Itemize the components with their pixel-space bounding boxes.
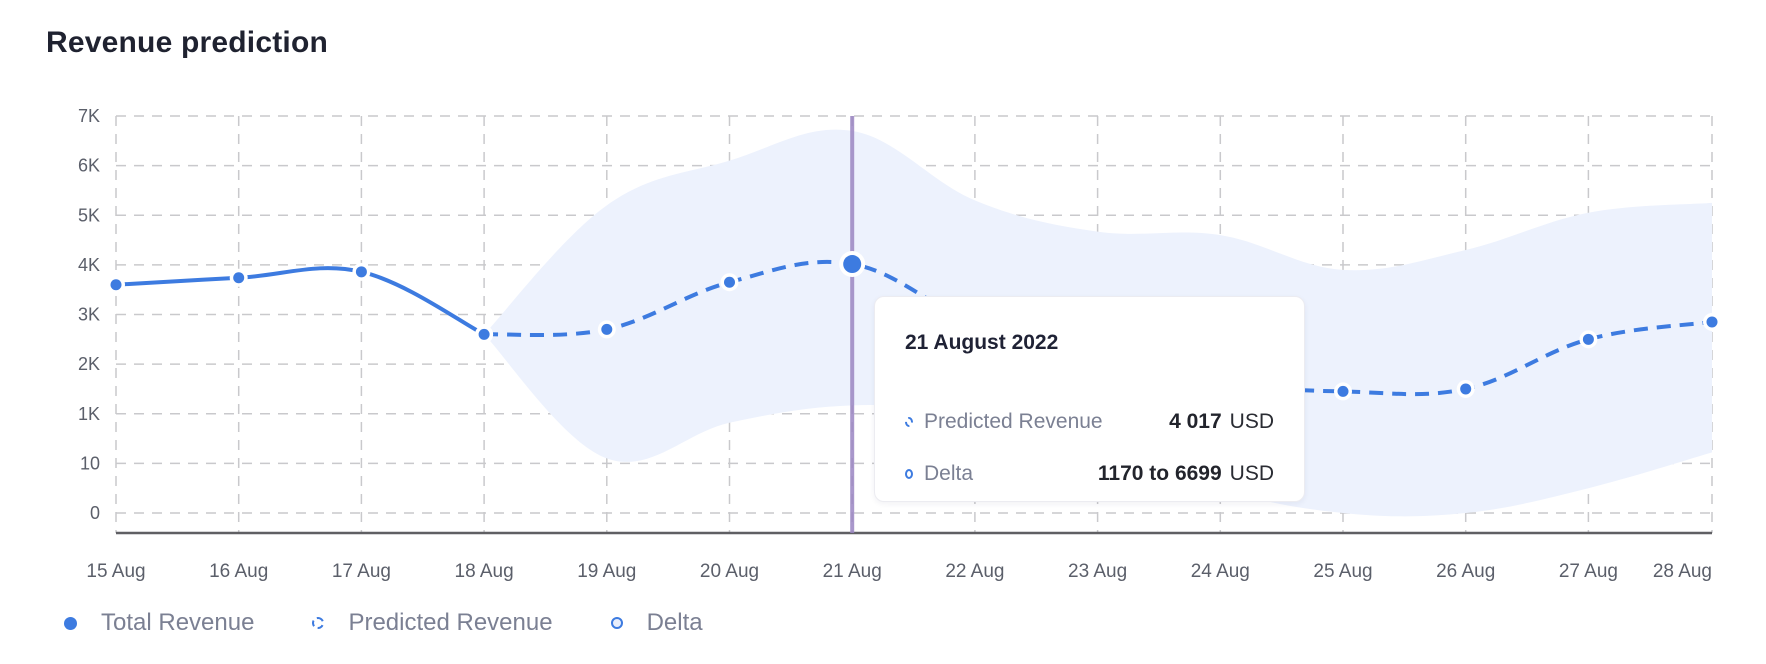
tooltip-unit: USD: [1229, 462, 1274, 485]
tooltip-unit: USD: [1229, 410, 1274, 433]
x-tick-label: 19 Aug: [577, 561, 636, 582]
x-tick-label: 21 Aug: [823, 561, 882, 582]
dashed-circle-icon: [905, 417, 913, 427]
tooltip-value: 4 017: [1169, 410, 1222, 433]
filled-dot-icon: [64, 616, 77, 630]
dashed-circle-icon: [312, 617, 325, 629]
y-tick-label: 2K: [78, 354, 100, 374]
legend-item-total-revenue[interactable]: Total Revenue: [64, 609, 254, 637]
x-tick-label: 25 Aug: [1313, 561, 1372, 582]
predicted-revenue-point: [724, 276, 735, 288]
tooltip-value: 1170 to 6699: [1097, 462, 1222, 485]
y-tick-label: 1K: [78, 404, 100, 424]
predicted-revenue-point: [1582, 333, 1594, 345]
tooltip-row-predicted: Predicted Revenue 4 017 USD: [905, 408, 1274, 436]
y-tick-label: 3K: [78, 305, 100, 325]
y-axis-ticks: 0 10 1K 2K 3K 4K 5K 6K 7K: [78, 106, 100, 523]
ring-icon: [610, 617, 623, 629]
x-tick-label: 17 Aug: [332, 561, 391, 582]
total-revenue-line: [115, 266, 486, 337]
x-tick-label: 28 Aug: [1653, 561, 1712, 582]
x-tick-label: 20 Aug: [700, 561, 759, 582]
predicted-revenue-point: [1706, 316, 1718, 328]
x-tick-label: 18 Aug: [455, 561, 514, 582]
tooltip-date: 21 August 2022: [905, 331, 1059, 354]
total-revenue-point: [355, 266, 367, 278]
predicted-revenue-point: [601, 323, 613, 335]
x-tick-label: 15 Aug: [86, 561, 145, 582]
legend: Total Revenue Predicted Revenue Delta: [64, 606, 761, 640]
tooltip-label: Predicted Revenue: [924, 410, 1103, 433]
x-axis-ticks: 15 Aug 16 Aug 17 Aug 18 Aug 19 Aug 20 Aug 21 A…: [86, 561, 1712, 582]
tooltip-label: Delta: [924, 462, 974, 485]
x-tick-label: 27 Aug: [1559, 561, 1618, 582]
y-tick-label: 10: [80, 453, 100, 473]
legend-label: Total Revenue: [101, 609, 255, 636]
predicted-revenue-point: [843, 255, 862, 274]
ring-icon: [905, 469, 913, 479]
predicted-revenue-point: [1460, 383, 1472, 395]
x-tick-label: 16 Aug: [209, 561, 268, 582]
y-tick-label: 4K: [78, 255, 100, 275]
x-tick-label: 24 Aug: [1191, 561, 1250, 582]
tooltip-row-delta: Delta 1170 to 6699 USD: [905, 460, 1274, 488]
x-tick-label: 23 Aug: [1068, 561, 1127, 582]
legend-item-delta[interactable]: Delta: [610, 609, 703, 637]
y-tick-label: 6K: [78, 156, 100, 176]
legend-label: Delta: [646, 609, 703, 636]
x-tick-label: 26 Aug: [1436, 561, 1495, 582]
legend-item-predicted-revenue[interactable]: Predicted Revenue: [312, 609, 553, 637]
y-tick-label: 0: [90, 503, 100, 523]
predicted-revenue-point: [478, 328, 490, 340]
total-revenue-point: [233, 272, 245, 284]
y-tick-label: 5K: [78, 205, 100, 225]
total-revenue-point: [110, 279, 122, 291]
tooltip: 21 August 2022 Predicted Revenue 4 017 U…: [874, 296, 1305, 502]
predicted-revenue-point: [1337, 385, 1349, 397]
x-tick-label: 22 Aug: [945, 561, 1004, 582]
y-tick-label: 7K: [78, 106, 100, 126]
legend-label: Predicted Revenue: [348, 609, 553, 636]
